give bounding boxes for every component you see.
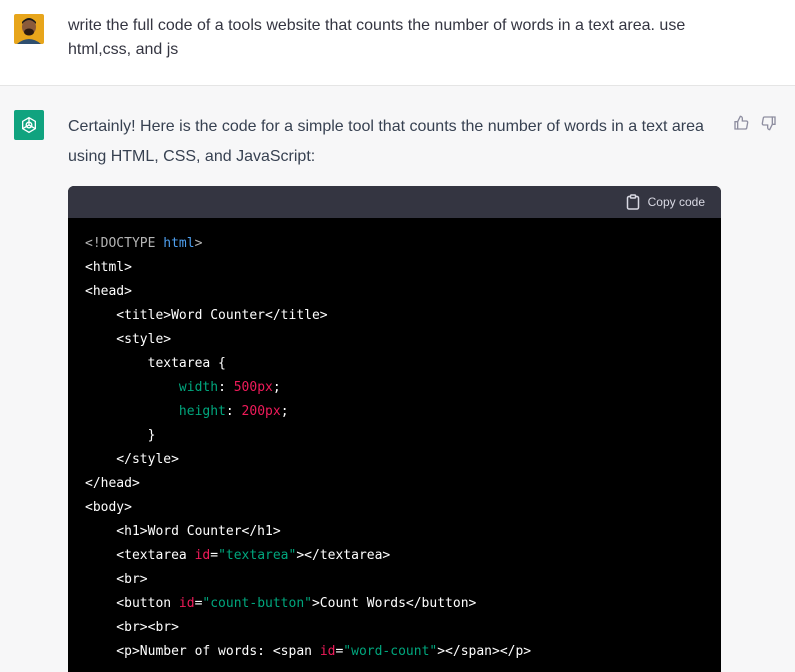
code-line: <head> [85,280,704,304]
code-line: } [85,424,704,448]
code-line: width: 500px; [85,376,704,400]
code-token: <textarea [85,548,195,563]
code-token: ></span></p> [437,644,532,659]
code-token: id [178,596,195,611]
code-token: html [163,236,195,251]
code-token: 500px [233,380,273,395]
code-token: <style> [85,332,172,347]
code-token: <head> [85,284,132,299]
code-line: <h1>Word Counter</h1> [85,520,704,544]
code-block-header: Copy code [68,186,721,218]
copy-code-button[interactable]: Copy code [626,186,705,218]
code-line: <br> [85,568,704,592]
assistant-message: Certainly! Here is the code for a simple… [0,86,795,672]
code-line: <body> [85,496,704,520]
code-token: textarea { [85,356,226,371]
code-line: <style> [85,328,704,352]
thumbs-down-icon [761,116,776,131]
code-token: ></textarea> [296,548,391,563]
code-line: <!DOCTYPE html> [85,232,704,256]
clipboard-icon [626,194,639,210]
code-line: <p>Number of words: <span id="word-count… [85,640,704,664]
thumbs-down-button[interactable] [760,114,778,132]
copy-code-label: Copy code [647,195,705,209]
code-line: height: 200px; [85,400,704,424]
code-token: height [178,404,226,419]
user-avatar-photo [14,14,44,44]
code-token: <p>Number of words: <span [85,644,320,659]
code-token: : [218,380,234,395]
assistant-intro-text: Certainly! Here is the code for a simple… [68,118,704,165]
code-token: id [194,548,211,563]
user-avatar [14,14,44,44]
code-token: <br> [85,572,148,587]
user-message-text: write the full code of a tools website t… [68,17,686,58]
code-token: "textarea" [218,548,297,563]
code-line: <textarea id="textarea"></textarea> [85,544,704,568]
code-token: <!DOCTYPE [85,236,164,251]
code-line: </style> [85,448,704,472]
code-token: } [85,428,156,443]
code-token: id [319,644,336,659]
code-line: <button id="count-button">Count Words</b… [85,592,704,616]
code-token: </style> [85,452,179,467]
code-token: "count-button" [202,596,312,611]
thumbs-up-icon [734,115,749,130]
code-line: <br><br> [85,616,704,640]
code-token: "word-count" [343,644,438,659]
code-token: : [225,404,242,419]
code-token: <button [85,596,179,611]
code-token: > [194,236,203,251]
openai-logo-icon [14,110,44,140]
code-token: <title>Word Counter</title> [85,308,328,323]
code-token: width [178,380,219,395]
code-line: <title>Word Counter</title> [85,304,704,328]
code-token: ; [280,404,289,419]
code-token: = [210,548,219,563]
code-line: <html> [85,256,704,280]
code-token: <br><br> [85,620,179,635]
code-token: <html> [85,260,132,275]
code-token: <h1>Word Counter</h1> [85,524,281,539]
code-token: ; [272,380,281,395]
code-line: </head> [85,472,704,496]
thumbs-up-button[interactable] [732,114,750,132]
user-message: write the full code of a tools website t… [0,0,795,86]
code-token: >Count Words</button> [311,596,477,611]
code-block: Copy code <!DOCTYPE html> <html> <head> <t… [68,186,721,672]
code-token: </head> [85,476,140,491]
code-content: <!DOCTYPE html> <html> <head> <title>Word … [68,218,721,664]
code-line: textarea { [85,352,704,376]
code-token: 200px [241,404,281,419]
code-token: <body> [85,500,132,515]
